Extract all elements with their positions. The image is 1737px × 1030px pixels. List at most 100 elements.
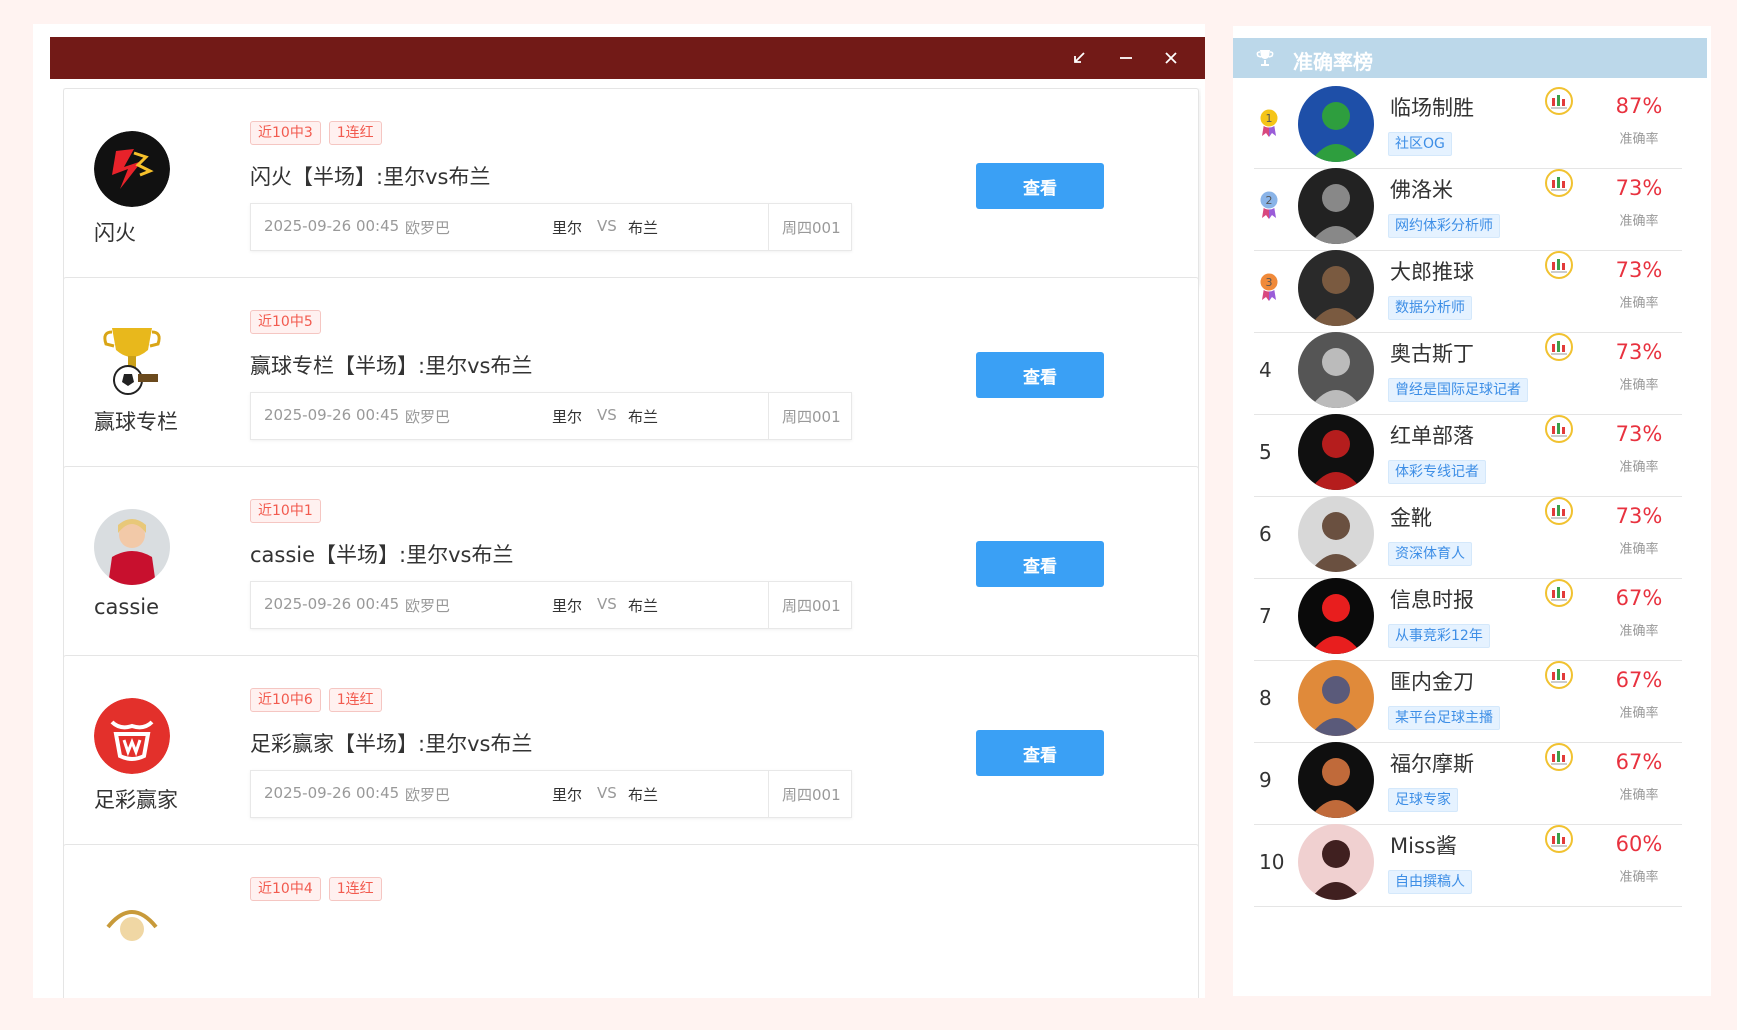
expert-avatar[interactable] bbox=[1298, 250, 1374, 326]
prediction-title[interactable]: cassie【半场】:里尔vs布兰 bbox=[250, 539, 514, 569]
author-name[interactable]: 赢球专栏 bbox=[94, 406, 178, 436]
accuracy-percent: 67% bbox=[1615, 586, 1663, 610]
hit-rate-tag: 近10中4 bbox=[250, 877, 321, 901]
trend-chart-icon[interactable] bbox=[1544, 86, 1574, 116]
rank-number: 5 bbox=[1259, 440, 1272, 464]
expert-avatar[interactable] bbox=[1298, 414, 1374, 490]
author-name[interactable]: cassie bbox=[94, 595, 159, 619]
author-name[interactable]: 足彩赢家 bbox=[94, 784, 178, 814]
expert-name[interactable]: 佛洛米 bbox=[1390, 174, 1453, 204]
ranking-header: 准确率榜 bbox=[1233, 38, 1707, 78]
trend-chart-icon[interactable] bbox=[1544, 414, 1574, 444]
expert-title-tag: 数据分析师 bbox=[1388, 296, 1472, 320]
author-avatar[interactable] bbox=[94, 320, 170, 396]
hit-rate-tag: 近10中6 bbox=[250, 688, 321, 712]
author-name[interactable]: 闪火 bbox=[94, 217, 136, 247]
minimize-icon bbox=[1120, 57, 1132, 59]
ranking-row[interactable]: 7 信息时报 从事竞彩12年 67% 准确率 bbox=[1254, 570, 1682, 661]
medal-icon: 3 bbox=[1259, 272, 1279, 301]
trend-chart-icon[interactable] bbox=[1544, 742, 1574, 772]
expert-name[interactable]: 信息时报 bbox=[1390, 584, 1474, 614]
close-button[interactable] bbox=[1156, 43, 1186, 73]
rank-number: 9 bbox=[1259, 768, 1272, 792]
expert-name[interactable]: 临场制胜 bbox=[1390, 92, 1474, 122]
view-button[interactable]: 查看 bbox=[976, 541, 1104, 587]
expert-name[interactable]: Miss酱 bbox=[1390, 830, 1457, 860]
hit-rate-tag: 近10中1 bbox=[250, 499, 321, 523]
accuracy-label: 准确率 bbox=[1619, 214, 1659, 229]
close-icon bbox=[1165, 52, 1177, 64]
ranking-row[interactable]: 5 红单部落 体彩专线记者 73% 准确率 bbox=[1254, 406, 1682, 497]
accuracy-percent: 73% bbox=[1615, 340, 1663, 364]
prediction-card: 足彩赢家 近10中6 1连红 足彩赢家【半场】:里尔vs布兰 2025-09-2… bbox=[63, 655, 1199, 851]
away-team: 布兰 bbox=[628, 219, 659, 237]
accuracy-percent: 73% bbox=[1615, 258, 1663, 282]
accuracy-label: 准确率 bbox=[1619, 706, 1659, 721]
expert-avatar[interactable] bbox=[1298, 742, 1374, 818]
match-info: 2025-09-26 00:45 欧罗巴 里尔 VS 布兰 周四001 bbox=[250, 581, 852, 629]
trend-chart-icon[interactable] bbox=[1544, 496, 1574, 526]
author-avatar[interactable] bbox=[94, 698, 170, 774]
hit-rate-tag: 近10中3 bbox=[250, 121, 321, 145]
hit-rate-tag: 近10中5 bbox=[250, 310, 321, 334]
streak-tag: 1连红 bbox=[328, 688, 382, 712]
match-code: 周四001 bbox=[782, 219, 841, 237]
trend-chart-icon[interactable] bbox=[1544, 578, 1574, 608]
trend-chart-icon[interactable] bbox=[1544, 168, 1574, 198]
expert-name[interactable]: 福尔摩斯 bbox=[1390, 748, 1474, 778]
accuracy-label: 准确率 bbox=[1619, 378, 1659, 393]
expert-avatar[interactable] bbox=[1298, 824, 1374, 900]
ranking-row[interactable]: 2 佛洛米 网约体彩分析师 73% 准确率 bbox=[1254, 160, 1682, 251]
vs-label: VS bbox=[597, 406, 617, 424]
prediction-title[interactable]: 足彩赢家【半场】:里尔vs布兰 bbox=[250, 728, 532, 758]
accuracy-label: 准确率 bbox=[1619, 788, 1659, 803]
ranking-row[interactable]: 3 大郎推球 数据分析师 73% 准确率 bbox=[1254, 242, 1682, 333]
trophy-icon bbox=[1256, 50, 1274, 66]
expert-name[interactable]: 金靴 bbox=[1390, 502, 1432, 532]
expert-name[interactable]: 大郎推球 bbox=[1390, 256, 1474, 286]
ranking-title: 准确率榜 bbox=[1293, 50, 1373, 74]
home-team: 里尔 bbox=[552, 219, 583, 237]
tag-group: 近10中6 1连红 bbox=[250, 688, 382, 712]
expert-avatar[interactable] bbox=[1298, 578, 1374, 654]
expert-avatar[interactable] bbox=[1298, 660, 1374, 736]
author-avatar[interactable] bbox=[94, 887, 170, 963]
expert-avatar[interactable] bbox=[1298, 332, 1374, 408]
league-name: 欧罗巴 bbox=[405, 219, 451, 237]
expert-name[interactable]: 红单部落 bbox=[1390, 420, 1474, 450]
view-button[interactable]: 查看 bbox=[976, 730, 1104, 776]
rank-number: 6 bbox=[1259, 522, 1272, 546]
ranking-row[interactable]: 6 金靴 资深体育人 73% 准确率 bbox=[1254, 488, 1682, 579]
view-button[interactable]: 查看 bbox=[976, 163, 1104, 209]
author-avatar[interactable] bbox=[94, 131, 170, 207]
accuracy-percent: 73% bbox=[1615, 504, 1663, 528]
trend-chart-icon[interactable] bbox=[1544, 824, 1574, 854]
expert-avatar[interactable] bbox=[1298, 168, 1374, 244]
author-avatar[interactable] bbox=[94, 509, 170, 585]
minimize-button[interactable] bbox=[1111, 43, 1141, 73]
trend-chart-icon[interactable] bbox=[1544, 250, 1574, 280]
trend-chart-icon[interactable] bbox=[1544, 332, 1574, 362]
match-info: 2025-09-26 00:45 欧罗巴 里尔 VS 布兰 周四001 bbox=[250, 392, 852, 440]
ranking-row[interactable]: 1 临场制胜 社区OG 87% 准确率 bbox=[1254, 78, 1682, 169]
expert-avatar[interactable] bbox=[1298, 496, 1374, 572]
rank-number: 8 bbox=[1259, 686, 1272, 710]
view-button[interactable]: 查看 bbox=[976, 352, 1104, 398]
expert-name[interactable]: 奥古斯丁 bbox=[1390, 338, 1474, 368]
trend-chart-icon[interactable] bbox=[1544, 660, 1574, 690]
ranking-row[interactable]: 4 奥古斯丁 曾经是国际足球记者 73% 准确率 bbox=[1254, 324, 1682, 415]
prediction-title[interactable]: 闪火【半场】:里尔vs布兰 bbox=[250, 161, 490, 191]
prediction-card: 近10中4 1连红 bbox=[63, 844, 1199, 998]
streak-tag: 1连红 bbox=[328, 877, 382, 901]
prediction-card: cassie 近10中1 cassie【半场】:里尔vs布兰 2025-09-2… bbox=[63, 466, 1199, 662]
expert-name[interactable]: 匪内金刀 bbox=[1390, 666, 1474, 696]
home-team: 里尔 bbox=[552, 786, 583, 804]
vs-label: VS bbox=[597, 784, 617, 802]
expert-avatar[interactable] bbox=[1298, 86, 1374, 162]
prediction-title[interactable]: 赢球专栏【半场】:里尔vs布兰 bbox=[250, 350, 532, 380]
restore-button[interactable] bbox=[1064, 43, 1094, 73]
league-name: 欧罗巴 bbox=[405, 408, 451, 426]
ranking-row[interactable]: 10 Miss酱 自由撰稿人 60% 准确率 bbox=[1254, 816, 1682, 907]
ranking-row[interactable]: 8 匪内金刀 某平台足球主播 67% 准确率 bbox=[1254, 652, 1682, 743]
ranking-row[interactable]: 9 福尔摩斯 足球专家 67% 准确率 bbox=[1254, 734, 1682, 825]
